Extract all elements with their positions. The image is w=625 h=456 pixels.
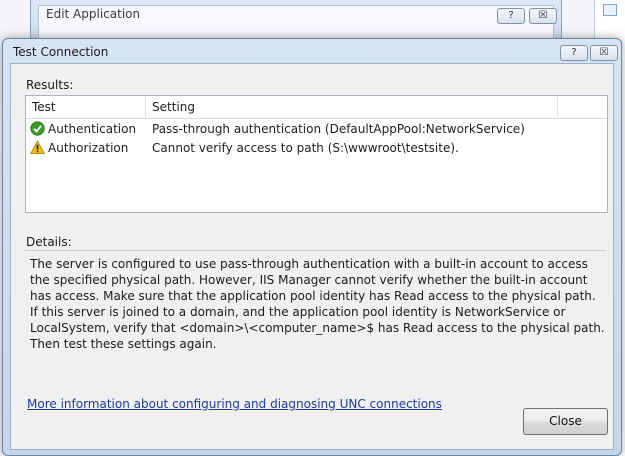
column-header-empty: [558, 96, 607, 118]
warning-triangle-icon: [30, 140, 45, 154]
test-connection-dialog: Test Connection ? ☒ Results: Test Settin…: [2, 38, 622, 456]
setting-value: Cannot verify access to path (S:\wwwroot…: [152, 141, 459, 155]
test-name: Authentication: [48, 122, 137, 136]
list-item[interactable]: Authorization Cannot verify access to pa…: [26, 139, 607, 158]
column-header-setting[interactable]: Setting: [146, 96, 558, 118]
close-button[interactable]: Close: [523, 408, 608, 435]
edit-application-help-button[interactable]: ?: [497, 8, 525, 24]
test-name: Authorization: [48, 141, 129, 155]
help-button[interactable]: ?: [560, 45, 588, 61]
results-list[interactable]: Test Setting Authentication Pass-through…: [25, 95, 608, 213]
dialog-title: Test Connection: [13, 45, 109, 59]
edit-application-title: Edit Application: [46, 7, 141, 21]
list-item[interactable]: Authentication Pass-through authenticati…: [26, 120, 607, 139]
unc-help-link[interactable]: More information about configuring and d…: [27, 397, 442, 411]
check-circle-icon: [30, 121, 45, 136]
details-box: The server is configured to use pass-thr…: [25, 250, 606, 375]
details-label: Details:: [26, 235, 72, 249]
close-window-button[interactable]: ☒: [590, 45, 618, 61]
edit-application-close-button[interactable]: ☒: [529, 8, 557, 24]
document-icon: [603, 4, 617, 16]
setting-value: Pass-through authentication (DefaultAppP…: [152, 122, 525, 136]
details-text: The server is configured to use pass-thr…: [30, 257, 605, 351]
results-label: Results:: [26, 78, 74, 92]
dialog-client-area: Results: Test Setting Authentication Pas…: [10, 63, 614, 450]
column-header-test[interactable]: Test: [26, 96, 146, 118]
results-list-header: Test Setting: [26, 96, 607, 119]
